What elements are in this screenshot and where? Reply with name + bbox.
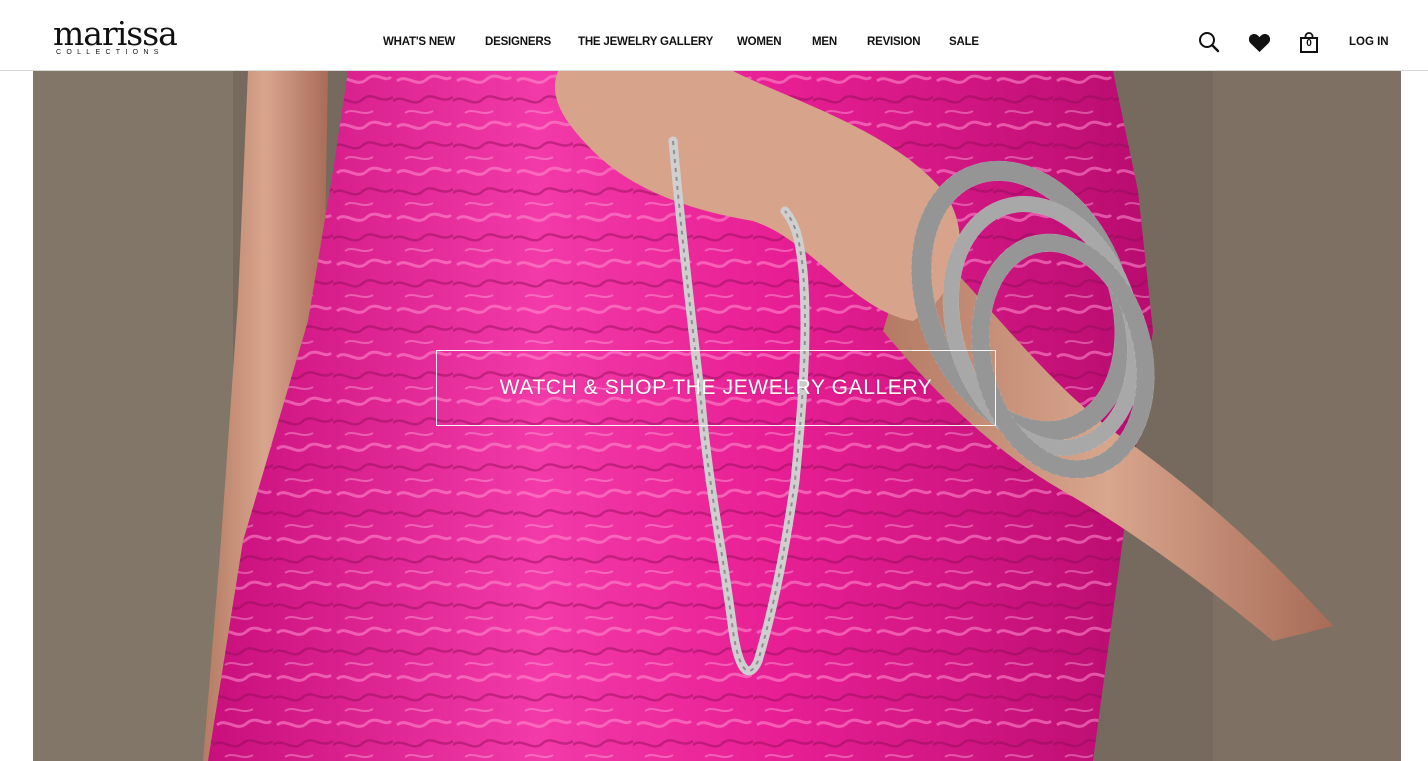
nav-item-revision[interactable]: REVISION (867, 36, 921, 48)
site-header: marissa COLLECTIONS WHAT'S NEW DESIGNERS… (0, 0, 1428, 71)
nav-item-sale[interactable]: SALE (949, 36, 979, 48)
hero-cta-label: WATCH & SHOP THE JEWELRY GALLERY (499, 376, 933, 399)
shopping-bag-icon[interactable]: 0 (1300, 32, 1318, 53)
hero-banner[interactable]: WATCH & SHOP THE JEWELRY GALLERY (33, 71, 1401, 761)
brand-tagline: COLLECTIONS (56, 49, 164, 56)
nav-item-designers[interactable]: DESIGNERS (485, 36, 551, 48)
nav-item-men[interactable]: MEN (812, 36, 837, 48)
brand-logo[interactable]: marissa COLLECTIONS (53, 14, 178, 60)
nav-item-whats-new[interactable]: WHAT'S NEW (383, 36, 455, 48)
login-link[interactable]: LOG IN (1349, 36, 1389, 48)
cart-count: 0 (1306, 38, 1312, 49)
brand-name: marissa (53, 14, 178, 53)
search-icon[interactable] (1198, 31, 1220, 53)
heart-icon[interactable] (1248, 33, 1271, 53)
nav-item-jewelry-gallery[interactable]: THE JEWELRY GALLERY (578, 36, 713, 48)
hero-cta-button[interactable]: WATCH & SHOP THE JEWELRY GALLERY (436, 350, 996, 426)
nav-item-women[interactable]: WOMEN (737, 36, 782, 48)
